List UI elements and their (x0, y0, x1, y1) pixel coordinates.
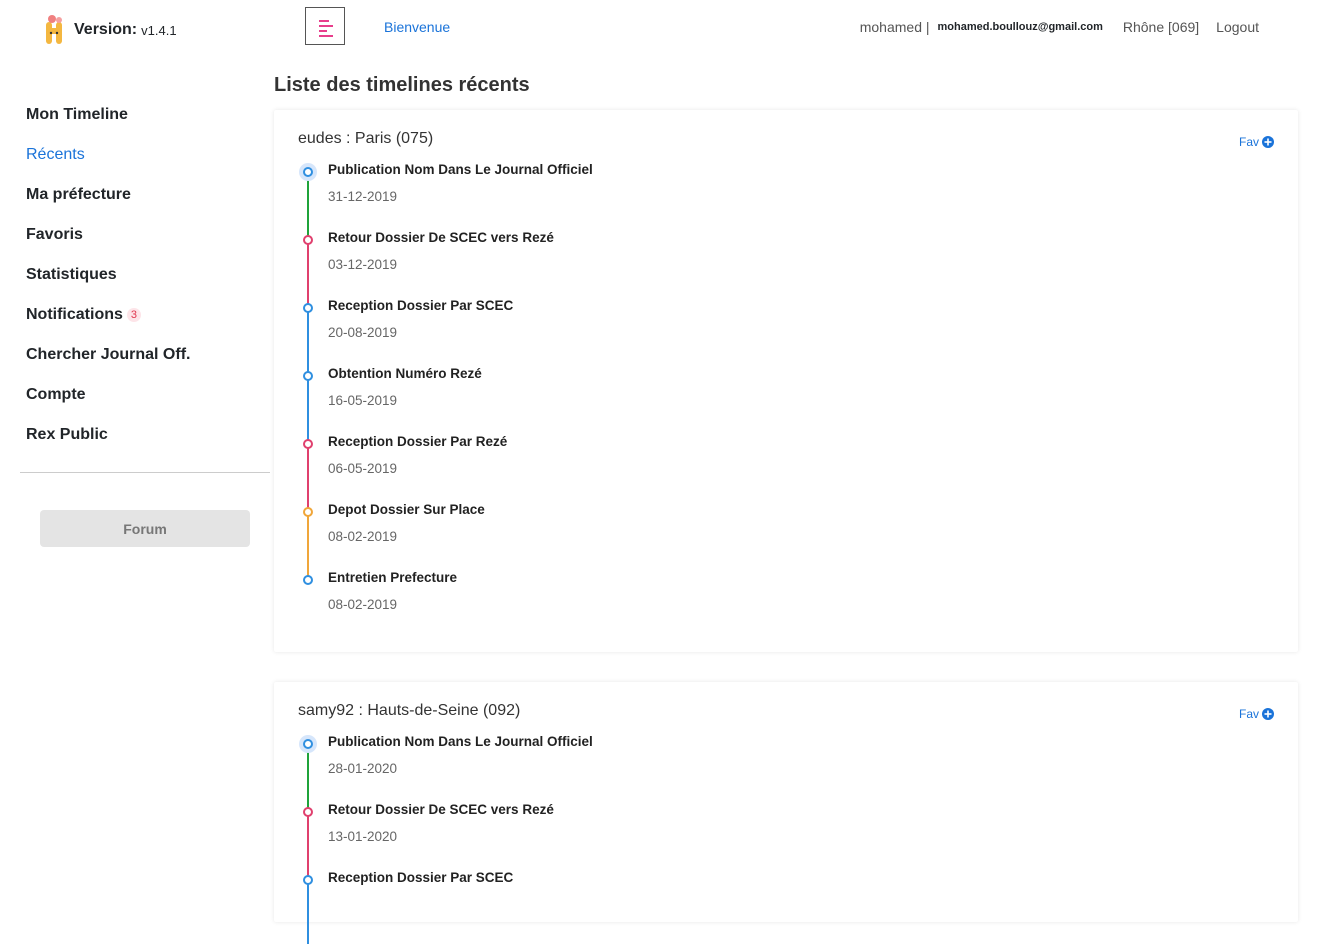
timeline-event-date: 13-01-2020 (328, 829, 398, 844)
plus-circle-icon (1262, 708, 1274, 720)
timeline-event-date: 08-02-2019 (328, 529, 398, 544)
timeline-event-date: 16-05-2019 (328, 393, 398, 408)
timeline-dot (303, 507, 313, 517)
user-name: mohamed | (859, 19, 930, 35)
timeline-card: samy92 : Hauts-de-Seine (092) Fav Public… (274, 682, 1298, 944)
timeline-event: Publication Nom Dans Le Journal Officiel… (298, 160, 1298, 236)
user-email: mohamed.boullouz@gmail.com (937, 21, 1103, 33)
page-title: Liste des timelines récents (274, 74, 530, 96)
timeline-event-date: 28-01-2020 (328, 761, 398, 776)
sidebar-item-label: Favoris (26, 226, 83, 243)
welcome-link[interactable]: Bienvenue (384, 19, 450, 35)
fav-button[interactable]: Fav (1239, 135, 1274, 149)
timeline-dot (303, 371, 313, 381)
timeline-event-title: Publication Nom Dans Le Journal Officiel (328, 734, 593, 749)
sidebar-item-ma-prefecture[interactable]: Ma préfecture (0, 176, 274, 216)
sidebar-item-label: Notifications (26, 306, 123, 323)
timeline-connector (307, 174, 309, 236)
sidebar-item-rex-public[interactable]: Rex Public (0, 416, 274, 456)
timeline-dot (303, 167, 313, 177)
sidebar-item-compte[interactable]: Compte (0, 376, 274, 416)
user-area: mohamed | mohamed.boullouz@gmail.com Rhô… (860, 19, 1259, 35)
timeline-connector (307, 882, 309, 944)
timeline-event-date: 06-05-2019 (328, 461, 398, 476)
timeline-event: Reception Dossier Par SCEC 20-08-2019 (298, 296, 1298, 372)
logout-link[interactable]: Logout (1216, 19, 1259, 35)
timeline-event: Depot Dossier Sur Place 08-02-2019 (298, 500, 1298, 576)
timeline-connector (307, 514, 309, 576)
timeline-event: Publication Nom Dans Le Journal Officiel… (298, 732, 1298, 808)
timeline-event-title: Retour Dossier De SCEC vers Rezé (328, 802, 554, 817)
app-logo-icon (44, 14, 66, 46)
timeline-connector (307, 814, 309, 876)
timeline-dot (303, 875, 313, 885)
sidebar-item-label: Statistiques (26, 266, 117, 283)
sidebar-item-recents[interactable]: Récents (0, 136, 274, 176)
timeline-dot (303, 575, 313, 585)
top-navbar: Version: v1.4.1 Bienvenue mohamed | moha… (0, 0, 1324, 56)
timeline-event: Retour Dossier De SCEC vers Rezé 13-01-20… (298, 800, 1298, 876)
sidebar-item-notifications[interactable]: Notifications 3 (0, 296, 274, 336)
timeline-connector (307, 446, 309, 508)
timeline-card-header: samy92 : Hauts-de-Seine (092) (298, 702, 521, 719)
sidebar: Mon Timeline Récents Ma préfecture Favor… (0, 96, 274, 547)
timeline: Publication Nom Dans Le Journal Officiel… (298, 160, 1298, 636)
timeline-event: Reception Dossier Par Rezé 06-05-2019 (298, 432, 1298, 508)
version-number: v1.4.1 (141, 22, 177, 38)
timeline-event-title: Publication Nom Dans Le Journal Officiel (328, 162, 593, 177)
notification-count-badge: 3 (126, 307, 142, 322)
timeline-event-date: 03-12-2019 (328, 257, 398, 272)
timeline-event-title: Obtention Numéro Rezé (328, 366, 482, 381)
timeline-event: Entretien Prefecture 08-02-2019 (298, 568, 1298, 636)
timeline-connector (307, 310, 309, 372)
sidebar-item-statistiques[interactable]: Statistiques (0, 256, 274, 296)
timeline-connector (307, 746, 309, 808)
fav-button[interactable]: Fav (1239, 707, 1274, 721)
timeline-event: Reception Dossier Par SCEC (298, 868, 1298, 944)
timeline-dot (303, 439, 313, 449)
sidebar-item-label: Ma préfecture (26, 186, 131, 203)
fav-label: Fav (1238, 135, 1259, 149)
timeline-dot (303, 807, 313, 817)
timeline-connector (307, 378, 309, 440)
timeline-event-title: Retour Dossier De SCEC vers Rezé (328, 230, 554, 245)
sidebar-divider (20, 472, 270, 473)
timeline-event-date: 31-12-2019 (328, 189, 398, 204)
version-label: Version: (74, 21, 138, 38)
sidebar-item-label: Rex Public (26, 426, 108, 443)
brand[interactable]: Version: v1.4.1 (44, 14, 177, 46)
timeline-event-title: Depot Dossier Sur Place (328, 502, 485, 517)
timeline-event-date: 08-02-2019 (328, 597, 398, 612)
sidebar-item-mon-timeline[interactable]: Mon Timeline (0, 96, 274, 136)
user-prefecture[interactable]: Rhône [069] (1123, 19, 1199, 35)
plus-circle-icon (1262, 136, 1274, 148)
sidebar-item-favoris[interactable]: Favoris (0, 216, 274, 256)
sidebar-item-label: Chercher Journal Off. (26, 346, 191, 363)
timeline-connector (307, 242, 309, 304)
fav-label: Fav (1238, 707, 1259, 721)
timeline-event: Obtention Numéro Rezé 16-05-2019 (298, 364, 1298, 440)
timeline-event-title: Entretien Prefecture (328, 570, 458, 585)
timeline-dot (303, 235, 313, 245)
sidebar-toggle-button[interactable] (305, 7, 345, 45)
forum-button[interactable]: Forum (40, 510, 250, 547)
timeline-event-title: Reception Dossier Par Rezé (328, 434, 508, 449)
timeline-event: Retour Dossier De SCEC vers Rezé 03-12-20… (298, 228, 1298, 304)
sidebar-item-label: Compte (26, 386, 86, 403)
timeline-event-title: Reception Dossier Par SCEC (328, 870, 514, 885)
timeline-card: eudes : Paris (075) Fav Publication Nom … (274, 110, 1298, 652)
timeline-event-date: 20-08-2019 (328, 325, 398, 340)
timeline-event-title: Reception Dossier Par SCEC (328, 298, 514, 313)
timeline-dot (303, 739, 313, 749)
timeline-dot (303, 303, 313, 313)
sidebar-item-label: Récents (26, 146, 85, 163)
timeline-card-header: eudes : Paris (075) (298, 130, 434, 147)
sidebar-item-label: Mon Timeline (26, 106, 128, 123)
sidebar-item-chercher-journal[interactable]: Chercher Journal Off. (0, 336, 274, 376)
timeline: Publication Nom Dans Le Journal Officiel… (298, 732, 1298, 944)
